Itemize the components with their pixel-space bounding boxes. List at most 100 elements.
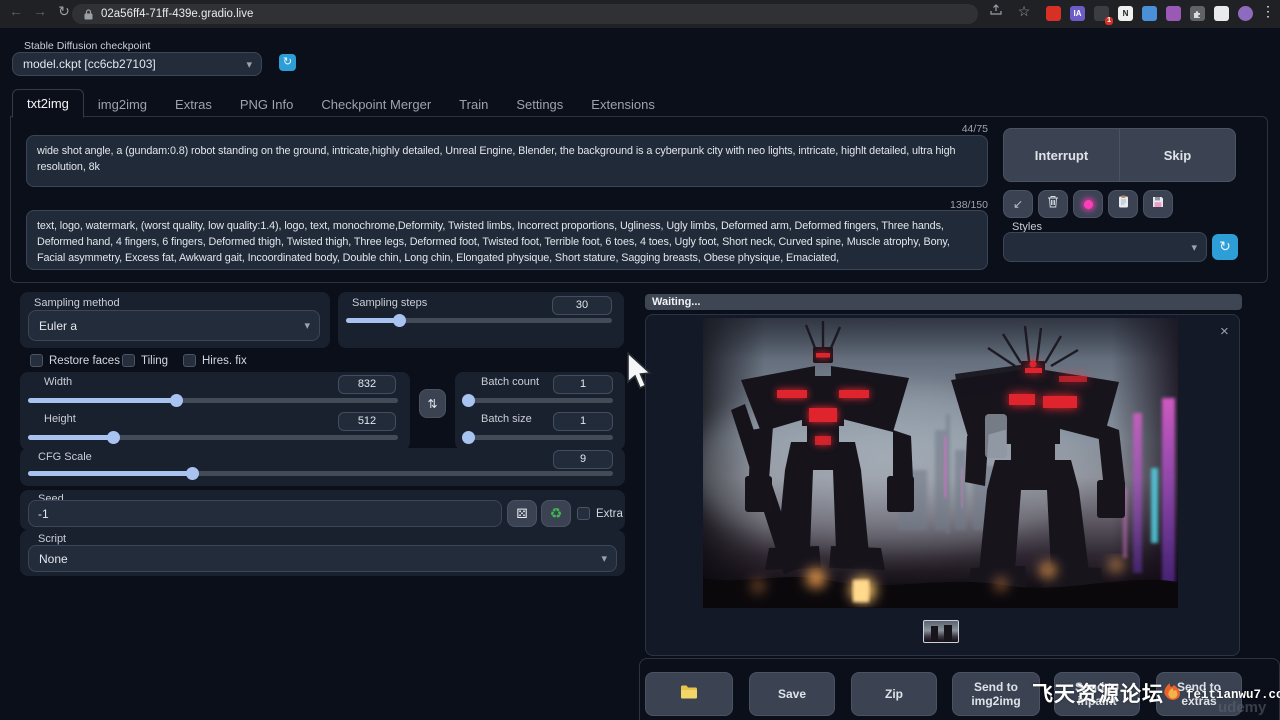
sampling-method-value: Euler a — [39, 319, 77, 333]
extensions-puzzle-icon[interactable] — [1190, 6, 1205, 21]
prompt-token-counter: 44/75 — [848, 123, 988, 135]
tab-extras[interactable]: Extras — [161, 91, 226, 118]
paste-generation-params-button[interactable]: ↙ — [1003, 190, 1033, 218]
slider-handle[interactable] — [107, 431, 120, 444]
reload-icon[interactable]: ↻ — [54, 3, 74, 20]
height-slider[interactable] — [28, 435, 398, 440]
checkbox-icon — [122, 354, 135, 367]
extra-networks-button[interactable] — [1073, 190, 1103, 218]
tab-checkpoint-merger[interactable]: Checkpoint Merger — [307, 91, 445, 118]
bookmark-star-icon[interactable]: ☆ — [1014, 3, 1034, 20]
tab-extensions[interactable]: Extensions — [577, 91, 669, 118]
zip-button[interactable]: Zip — [851, 672, 937, 716]
script-value: None — [39, 552, 68, 566]
generated-image[interactable] — [703, 318, 1178, 608]
tab-txt2img[interactable]: txt2img — [12, 89, 84, 118]
extension-icon-purple[interactable] — [1166, 6, 1181, 21]
mouse-cursor — [626, 352, 652, 395]
save-button[interactable]: Save — [749, 672, 835, 716]
skip-button[interactable]: Skip — [1119, 128, 1236, 182]
floppy-disk-icon — [1152, 195, 1164, 213]
height-value[interactable]: 512 — [338, 412, 396, 431]
progress-status-text: Waiting... — [645, 296, 700, 308]
interrupt-button[interactable]: Interrupt — [1003, 128, 1120, 182]
mecha-scene — [703, 318, 1178, 608]
width-slider[interactable] — [28, 398, 398, 403]
gallery-thumbnail[interactable] — [923, 620, 959, 643]
slider-handle[interactable] — [186, 467, 199, 480]
sampling-steps-label: Sampling steps — [352, 297, 427, 309]
styles-dropdown[interactable]: ▾ — [1003, 232, 1207, 262]
width-value[interactable]: 832 — [338, 375, 396, 394]
cfg-scale-value[interactable]: 9 — [553, 450, 613, 469]
profile-avatar[interactable] — [1238, 6, 1253, 21]
address-bar[interactable]: 02a56ff4-71ff-439e.gradio.live — [72, 4, 978, 24]
swap-width-height-button[interactable]: ⇅ — [419, 389, 446, 418]
tab-train[interactable]: Train — [445, 91, 502, 118]
batch-size-label: Batch size — [481, 413, 532, 425]
width-label: Width — [44, 376, 72, 388]
sampling-method-label: Sampling method — [34, 297, 120, 309]
clear-prompt-button[interactable] — [1038, 190, 1068, 218]
cfg-scale-slider[interactable] — [28, 471, 613, 476]
share-icon[interactable] — [986, 3, 1006, 19]
seed-extra-label: Extra — [596, 508, 623, 520]
extension-icon-badged[interactable]: 1 — [1094, 6, 1109, 21]
extension-icon-blue[interactable] — [1142, 6, 1157, 21]
random-seed-dice-button[interactable]: ⚄ — [507, 500, 537, 527]
extension-icon-white[interactable] — [1214, 6, 1229, 21]
checkbox-icon — [183, 354, 196, 367]
chevron-down-icon: ▾ — [601, 552, 607, 565]
tiling-checkbox[interactable]: Tiling — [122, 354, 168, 367]
tab-settings[interactable]: Settings — [502, 91, 577, 118]
folder-icon — [680, 685, 698, 704]
styles-refresh-button[interactable]: ↻ — [1212, 234, 1238, 260]
batch-count-slider[interactable] — [463, 398, 613, 403]
batch-size-value[interactable]: 1 — [553, 412, 613, 431]
sampling-steps-value[interactable]: 30 — [552, 296, 612, 315]
seed-extra-checkbox[interactable]: Extra — [577, 507, 623, 520]
reuse-seed-recycle-button[interactable]: ♻ — [541, 500, 571, 527]
batch-count-value[interactable]: 1 — [553, 375, 613, 394]
close-image-icon[interactable]: × — [1220, 324, 1229, 339]
sampling-method-dropdown[interactable]: Euler a ▾ — [28, 310, 320, 341]
send-to-img2img-button[interactable]: Send to img2img — [952, 672, 1040, 716]
hires-fix-checkbox[interactable]: Hires. fix — [183, 354, 247, 367]
watermark-site-text: feitianwu7.com — [1186, 688, 1280, 702]
chevron-down-icon: ▾ — [1191, 241, 1197, 254]
trash-icon — [1047, 195, 1059, 213]
extension-icon-red[interactable] — [1046, 6, 1061, 21]
script-dropdown[interactable]: None ▾ — [28, 545, 617, 572]
checkpoint-refresh-button[interactable]: ↻ — [279, 54, 296, 71]
tab-img2img[interactable]: img2img — [84, 91, 161, 118]
slider-handle[interactable] — [170, 394, 183, 407]
checkbox-icon — [577, 507, 590, 520]
lock-icon — [84, 9, 93, 20]
apply-style-button[interactable] — [1108, 190, 1138, 218]
checkpoint-dropdown[interactable]: model.ckpt [cc6cb27103] ▾ — [12, 52, 262, 76]
open-folder-button[interactable] — [645, 672, 733, 716]
back-icon[interactable]: ← — [6, 3, 26, 19]
sampling-steps-slider[interactable] — [346, 318, 612, 323]
browser-menu-icon[interactable]: ⋮ — [1258, 3, 1278, 20]
palette-icon — [1084, 200, 1093, 209]
save-style-button[interactable] — [1143, 190, 1173, 218]
tab-bar: txt2img img2img Extras PNG Info Checkpoi… — [12, 89, 669, 118]
batch-size-slider[interactable] — [463, 435, 613, 440]
checkpoint-label: Stable Diffusion checkpoint — [24, 40, 150, 52]
forward-icon[interactable]: → — [30, 3, 50, 19]
slider-handle[interactable] — [462, 431, 475, 444]
restore-faces-checkbox[interactable]: Restore faces — [30, 354, 120, 367]
negative-prompt-input[interactable]: text, logo, watermark, (worst quality, l… — [26, 210, 988, 270]
flame-logo-icon — [1160, 680, 1184, 707]
slider-handle[interactable] — [462, 394, 475, 407]
tab-png-info[interactable]: PNG Info — [226, 91, 307, 118]
thumb-robot-right — [944, 625, 952, 641]
seed-input[interactable] — [28, 500, 502, 527]
extension-icon-n[interactable]: N — [1118, 6, 1133, 21]
extension-icon-ia[interactable]: IA — [1070, 6, 1085, 21]
prompt-input[interactable]: wide shot angle, a (gundam:0.8) robot st… — [26, 135, 988, 187]
extension-badge: 1 — [1105, 17, 1113, 25]
cfg-block — [20, 448, 625, 486]
script-label: Script — [38, 533, 66, 545]
